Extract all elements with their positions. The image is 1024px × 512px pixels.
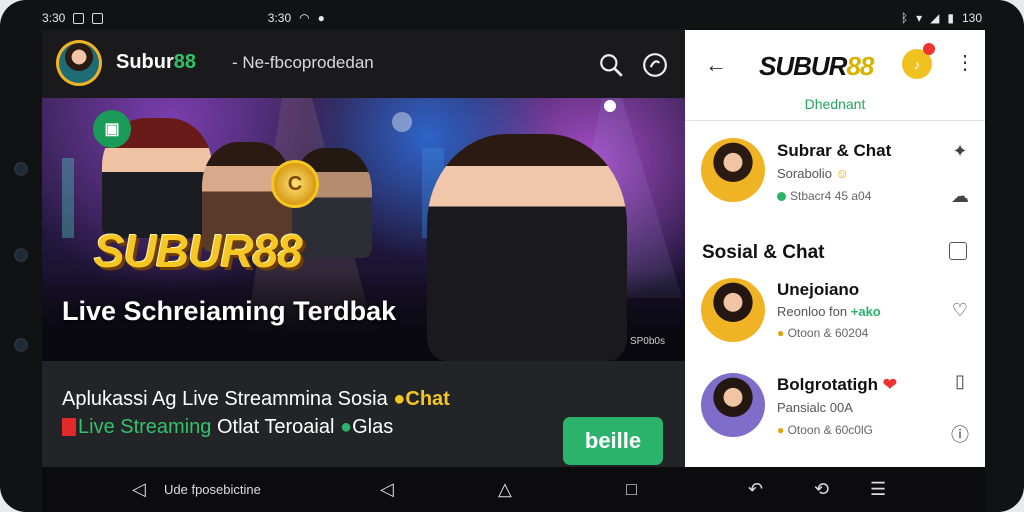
comment-icon[interactable]: [949, 242, 967, 260]
wifi-icon: ◠: [299, 11, 310, 25]
nav-label: Ude fposebictine: [164, 482, 261, 497]
coin-icon: C: [271, 160, 319, 208]
app-title: Subur88: [116, 51, 197, 73]
status-time: 3:30: [42, 11, 66, 25]
status-icon: ●: [777, 326, 785, 340]
battery-icon: ▮: [947, 11, 954, 25]
banner-logo: SUBUR88: [94, 225, 303, 277]
chat-time: ● Otoon & 60c0lG: [777, 423, 873, 437]
chat-message: Pansialc 00A: [777, 400, 853, 415]
menu-icon[interactable]: ☰: [870, 479, 886, 500]
hero-banner[interactable]: ▣ C SUBUR88 Live Schreiaming Terdbak SP0…: [42, 98, 685, 361]
sensor-dot: [14, 248, 28, 262]
promo-section: Aplukassi Ag Live Streammina Sosia ●Chat…: [42, 361, 685, 467]
avatar: [701, 278, 765, 342]
banner-headline: Live Schreiaming Terdbak: [62, 296, 397, 326]
panel-logo: SUBUR88: [759, 51, 874, 81]
panel-header: ← SUBUR88 ♪ ⋮ Dhednant: [685, 30, 985, 121]
back-icon[interactable]: ◁: [132, 479, 146, 500]
battery-level: 130: [961, 11, 982, 25]
banner-watermark: SP0b0s: [629, 336, 665, 347]
wifi-icon: ▾: [916, 11, 923, 25]
promo-line-2: Live Streaming Otlat Teroaial ●Glas: [62, 416, 393, 439]
notification-icon[interactable]: [642, 52, 668, 78]
main-app: Subur88 - Ne-fbcoprodedan ▣ C SUBUR88 Li…: [42, 30, 685, 467]
heart-icon[interactable]: ♡: [949, 300, 971, 322]
status-time-right: 3:30: [267, 11, 292, 25]
chat-message: Sorabolio ☺: [777, 166, 849, 181]
tab-active[interactable]: Dhednant: [685, 96, 985, 112]
recents-icon[interactable]: □: [626, 479, 637, 500]
chat-time: ● Otoon & 60204: [777, 326, 869, 340]
chat-name: Unejoiano: [777, 280, 860, 299]
heart-icon: ❤: [882, 375, 898, 394]
back-icon[interactable]: ◁: [380, 479, 394, 500]
device-frame: 3:30 3:30 ◠ ● ᛒ ▾ ◢ ▮ 130 Subur88 - Ne-f…: [0, 0, 1024, 512]
bookmark-icon[interactable]: ▯: [949, 371, 971, 393]
signal-icon: ◢: [930, 11, 940, 25]
flag-icon: [62, 418, 76, 436]
bluetooth-icon: ᛒ: [900, 11, 909, 25]
navigation-bar: ◁ Ude fposebictine ◁ △ □ ↶ ⟲ ☰: [42, 467, 985, 512]
home-icon[interactable]: △: [498, 479, 512, 500]
back-arrow-icon[interactable]: ←: [705, 52, 727, 78]
app-header: Subur88 - Ne-fbcoprodedan: [42, 30, 685, 98]
chat-message: Reonloo fon +ako: [777, 304, 881, 319]
live-badge-icon: ▣: [93, 110, 131, 148]
search-icon[interactable]: [598, 52, 624, 78]
app-subtitle: - Ne-fbcoprodedan: [232, 53, 374, 72]
notification-icon: [92, 12, 104, 24]
chat-icon: ●: [340, 416, 353, 438]
notification-badge: [923, 43, 935, 55]
avatar: [701, 138, 765, 202]
cloud-icon[interactable]: ☁: [949, 186, 971, 208]
status-bar: 3:30 3:30 ◠ ● ᛒ ▾ ◢ ▮ 130: [42, 6, 982, 30]
data-icon: ●: [317, 11, 325, 25]
return-icon[interactable]: ↶: [748, 479, 763, 500]
notification-icon: [73, 12, 85, 24]
rotate-icon[interactable]: ⟲: [814, 479, 829, 500]
avatar: [701, 373, 765, 437]
more-icon[interactable]: ⋮: [955, 50, 975, 75]
cta-button[interactable]: beille: [563, 417, 663, 465]
avatar[interactable]: [56, 40, 102, 86]
sensor-dot: [14, 338, 28, 352]
presenter-main: [427, 134, 627, 361]
chat-icon: ●: [393, 388, 406, 410]
chat-time: Stbacr4 45 a04: [777, 189, 871, 203]
chat-name: Subrar & Chat: [777, 141, 892, 160]
chat-name: Bolgrotatigh ❤: [777, 375, 898, 394]
info-icon[interactable]: ⓘ: [949, 421, 971, 445]
pin-icon[interactable]: ✦: [949, 141, 971, 163]
camera-dot: [14, 162, 28, 176]
smile-icon: ☺: [835, 166, 849, 181]
status-icon: ●: [777, 423, 785, 437]
promo-line-1: Aplukassi Ag Live Streammina Sosia ●Chat: [62, 388, 450, 410]
section-title: Sosial & Chat: [702, 242, 825, 263]
chat-panel: ← SUBUR88 ♪ ⋮ Dhednant Subrar & Chat Sor…: [685, 30, 985, 467]
